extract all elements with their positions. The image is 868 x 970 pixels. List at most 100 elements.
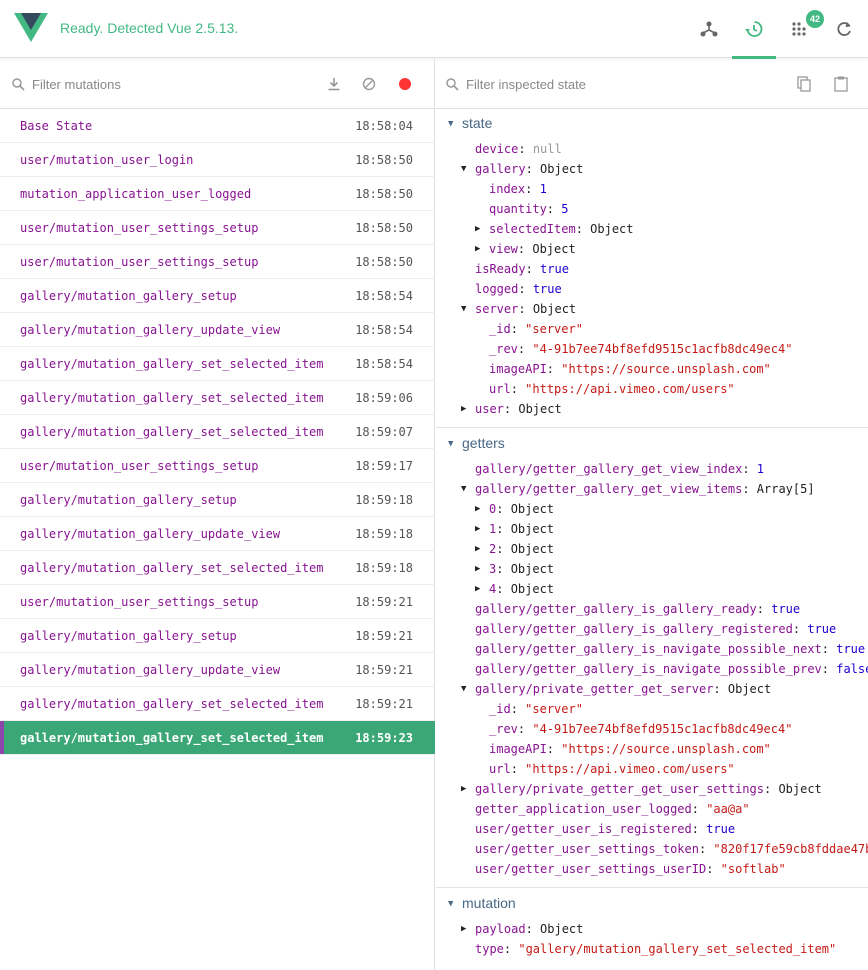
expand-arrow-icon[interactable]: ▶: [475, 224, 480, 234]
mutation-row[interactable]: gallery/mutation_gallery_set_selected_it…: [0, 381, 435, 415]
property-value: Object: [510, 562, 555, 576]
section-toggle-icon[interactable]: ▼: [448, 119, 453, 129]
mutation-time: 18:58:50: [355, 153, 413, 167]
mutation-row[interactable]: gallery/mutation_gallery_update_view 18:5…: [0, 653, 435, 687]
mutation-name: user/mutation_user_settings_setup: [20, 595, 259, 609]
collapse-arrow-icon[interactable]: ▼: [461, 304, 466, 314]
vuex-tab[interactable]: [732, 14, 776, 59]
mutation-row[interactable]: gallery/mutation_gallery_update_view 18:5…: [0, 517, 435, 551]
state-property: _rev: "4-91b7ee74bf8efd9515c1acfb8dc49ec…: [489, 342, 793, 356]
property-value: 1: [539, 182, 547, 196]
property-key: index: [489, 182, 526, 196]
status-text: Ready. Detected Vue 2.5.13.: [60, 20, 239, 36]
expand-arrow-icon[interactable]: ▶: [475, 584, 480, 594]
mutation-row[interactable]: gallery/mutation_gallery_update_view 18:5…: [0, 313, 435, 347]
block-icon: [362, 77, 376, 91]
mutation-row[interactable]: gallery/mutation_gallery_set_selected_it…: [0, 415, 435, 449]
filter-mutations-input[interactable]: [32, 73, 292, 95]
expand-arrow-icon[interactable]: ▶: [475, 504, 480, 514]
property-value: "server": [525, 702, 583, 716]
expand-arrow-icon[interactable]: ▶: [475, 244, 480, 254]
mutation-name: gallery/mutation_gallery_set_selected_it…: [20, 731, 324, 745]
property-value: Object: [518, 402, 562, 416]
state-property[interactable]: view: Object: [489, 239, 576, 259]
mutation-row[interactable]: Base State 18:58:04: [0, 109, 435, 143]
mutation-row[interactable]: user/mutation_user_login 18:58:50: [0, 143, 435, 177]
expand-arrow-icon[interactable]: ▶: [461, 924, 466, 934]
section-divider: [436, 427, 868, 428]
mutation-name: gallery/mutation_gallery_setup: [20, 493, 237, 507]
search-icon: [12, 78, 25, 91]
state-property[interactable]: gallery/private_getter_get_server: Objec…: [475, 679, 771, 699]
collapse-arrow-icon[interactable]: ▼: [461, 484, 466, 494]
section-toggle-icon[interactable]: ▼: [448, 899, 453, 909]
collapse-arrow-icon[interactable]: ▼: [461, 164, 466, 174]
mutation-row[interactable]: gallery/mutation_gallery_setup 18:59:18: [0, 483, 435, 517]
clipboard-icon: [834, 76, 848, 92]
section-title-getters[interactable]: getters: [462, 435, 505, 451]
mutation-time: 18:59:21: [355, 697, 413, 711]
property-key: user/getter_user_settings_token: [475, 842, 699, 856]
mutation-name: gallery/mutation_gallery_set_selected_it…: [20, 391, 324, 405]
app-header: Ready. Detected Vue 2.5.13. 42: [0, 0, 868, 59]
property-key: user: [475, 402, 504, 416]
state-property[interactable]: 3: Object: [489, 559, 554, 579]
expand-arrow-icon[interactable]: ▶: [461, 784, 466, 794]
mutation-name: user/mutation_user_settings_setup: [20, 459, 259, 473]
mutation-row[interactable]: user/mutation_user_settings_setup 18:59:1…: [0, 449, 435, 483]
import-button[interactable]: [831, 74, 851, 94]
mutation-name: gallery/mutation_gallery_set_selected_it…: [20, 697, 324, 711]
refresh-button[interactable]: [828, 14, 860, 44]
mutation-row[interactable]: user/mutation_user_settings_setup 18:58:5…: [0, 245, 435, 279]
collapse-arrow-icon[interactable]: ▼: [461, 684, 466, 694]
state-property[interactable]: server: Object: [475, 299, 576, 319]
property-value: Array[5]: [756, 482, 815, 496]
mutation-time: 18:59:18: [355, 527, 413, 541]
mutation-row[interactable]: gallery/mutation_gallery_setup 18:58:54: [0, 279, 435, 313]
mutation-name: user/mutation_user_settings_setup: [20, 255, 259, 269]
state-property[interactable]: 4: Object: [489, 579, 554, 599]
state-property[interactable]: selectedItem: Object: [489, 219, 634, 239]
state-property: user/getter_user_settings_userID: "softl…: [475, 862, 786, 876]
components-tab[interactable]: [693, 14, 725, 44]
state-property[interactable]: 2: Object: [489, 539, 554, 559]
property-value: null: [532, 142, 562, 156]
property-value: Object: [510, 502, 555, 516]
expand-arrow-icon[interactable]: ▶: [475, 524, 480, 534]
filter-state-input[interactable]: [466, 73, 766, 95]
mutation-name: gallery/mutation_gallery_update_view: [20, 527, 281, 541]
mutation-row[interactable]: gallery/mutation_gallery_set_selected_it…: [0, 687, 435, 721]
mutation-name: gallery/mutation_gallery_set_selected_it…: [20, 425, 324, 439]
copy-icon: [797, 76, 811, 92]
state-property[interactable]: user: Object: [475, 399, 562, 419]
mutation-row[interactable]: gallery/mutation_gallery_set_selected_it…: [0, 721, 435, 755]
state-property[interactable]: 0: Object: [489, 499, 554, 519]
mutation-row[interactable]: user/mutation_user_settings_setup 18:59:2…: [0, 585, 435, 619]
state-property: type: "gallery/mutation_gallery_set_sele…: [475, 942, 837, 956]
section-toggle-icon[interactable]: ▼: [448, 439, 453, 449]
property-key: _id: [489, 702, 511, 716]
record-button[interactable]: [395, 74, 415, 94]
property-value: true: [540, 262, 569, 276]
state-property[interactable]: gallery: Object: [475, 159, 583, 179]
section-title-state[interactable]: state: [462, 115, 492, 131]
mutation-row[interactable]: gallery/mutation_gallery_set_selected_it…: [0, 551, 435, 585]
expand-arrow-icon[interactable]: ▶: [475, 544, 480, 554]
state-property[interactable]: gallery/getter_gallery_get_view_items: A…: [475, 479, 815, 499]
mutation-row[interactable]: mutation_application_user_logged 18:58:50: [0, 177, 435, 211]
mutation-name: user/mutation_user_settings_setup: [20, 221, 259, 235]
copy-button[interactable]: [794, 74, 814, 94]
state-property[interactable]: payload: Object: [475, 919, 583, 939]
revert-all-button[interactable]: [359, 74, 379, 94]
section-title-mutation[interactable]: mutation: [462, 895, 516, 911]
state-property[interactable]: gallery/private_getter_get_user_settings…: [475, 779, 822, 799]
expand-arrow-icon[interactable]: ▶: [475, 564, 480, 574]
state-property[interactable]: 1: Object: [489, 519, 554, 539]
expand-arrow-icon[interactable]: ▶: [461, 404, 466, 414]
export-button[interactable]: [324, 74, 344, 94]
mutation-row[interactable]: gallery/mutation_gallery_set_selected_it…: [0, 347, 435, 381]
mutation-time: 18:58:54: [355, 323, 413, 337]
mutation-row[interactable]: gallery/mutation_gallery_setup 18:59:21: [0, 619, 435, 653]
property-key: _rev: [489, 722, 518, 736]
mutation-row[interactable]: user/mutation_user_settings_setup 18:58:5…: [0, 211, 435, 245]
